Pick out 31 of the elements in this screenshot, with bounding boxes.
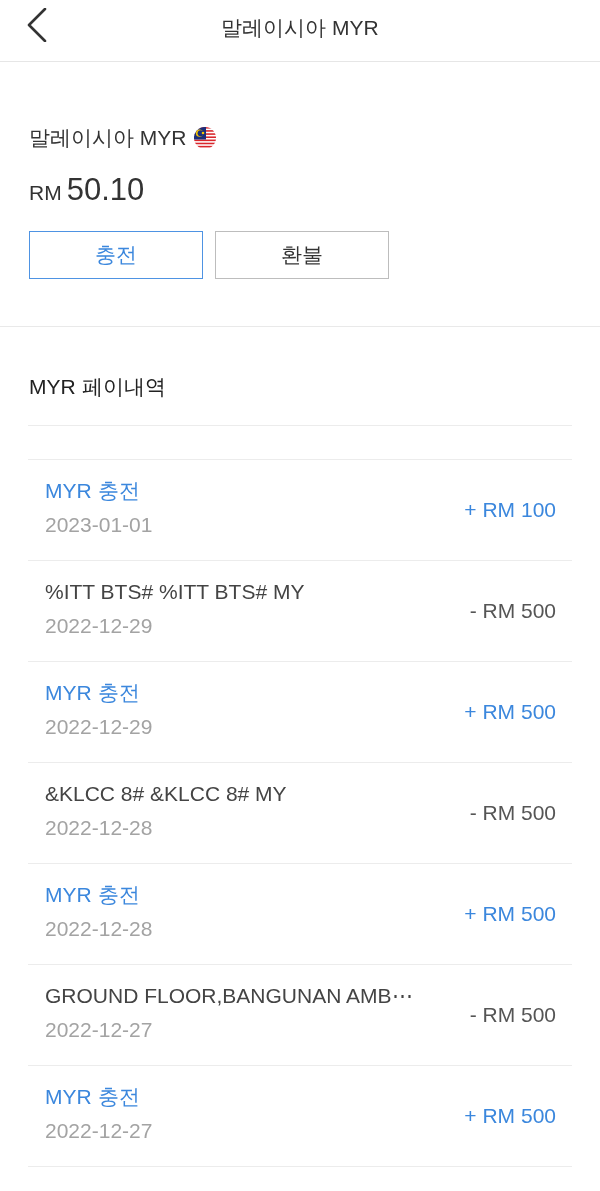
top-up-button[interactable]: 충전	[29, 231, 203, 279]
back-icon	[27, 8, 47, 42]
transaction-date: 2022-12-29	[45, 612, 153, 639]
transaction-title: GROUND FLOOR,BANGUNAN AMB⋯	[45, 982, 413, 1009]
transaction-title: MYR 충전	[45, 679, 140, 706]
transaction-amount: + RM 500	[464, 1103, 556, 1129]
transaction-amount: - RM 500	[469, 1002, 556, 1028]
section-title: MYR 페이내역	[29, 374, 166, 400]
transaction-amount: + RM 500	[464, 699, 556, 725]
page-title: 말레이시아 MYR	[221, 14, 379, 41]
transaction-title: MYR 충전	[45, 1083, 140, 1110]
transaction-date: 2022-12-27	[45, 1016, 153, 1043]
transaction-date: 2022-12-29	[45, 713, 153, 740]
refund-button[interactable]: 환불	[215, 231, 389, 279]
back-button[interactable]	[27, 8, 47, 42]
transaction-amount: + RM 100	[464, 497, 556, 523]
flag-icon	[193, 127, 216, 149]
transaction-title: %ITT BTS# %ITT BTS# MY	[45, 578, 305, 605]
wallet-name: 말레이시아 MYR	[29, 125, 187, 151]
transaction-amount: - RM 500	[469, 598, 556, 624]
balance-amount: 50.10	[66, 172, 145, 208]
transaction-amount: - RM 500	[469, 800, 556, 826]
transaction-date: 2022-12-27	[45, 1117, 153, 1144]
transaction-date: 2023-01-01	[45, 511, 153, 538]
transaction-date: 2022-12-28	[45, 915, 153, 942]
transaction-title: &KLCC 8# &KLCC 8# MY	[45, 780, 287, 807]
transaction-title: MYR 충전	[45, 477, 140, 504]
transaction-amount: + RM 500	[464, 901, 556, 927]
currency-symbol: RM	[29, 180, 62, 206]
transaction-date: 2022-12-28	[45, 814, 153, 841]
transaction-title: MYR 충전	[45, 881, 140, 908]
